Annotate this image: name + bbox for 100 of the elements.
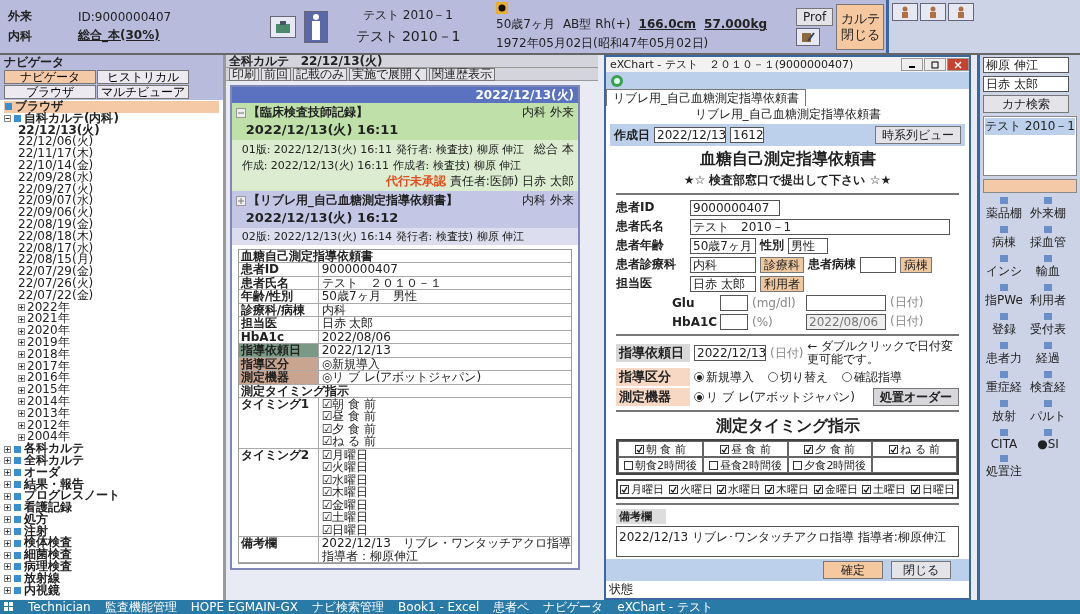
tree-item[interactable]: 22/07/26(火) [4, 277, 219, 290]
refresh-icon[interactable] [610, 73, 624, 88]
tree-item[interactable]: 22/08/19(金) [4, 218, 219, 231]
taskbar-item[interactable]: 患者ペ [493, 598, 530, 614]
expand-icon[interactable] [18, 398, 25, 406]
text-field[interactable]: 50歳7ヶ月 [690, 237, 756, 254]
checkbox[interactable] [804, 444, 814, 454]
expand-icon[interactable] [4, 528, 11, 536]
tool-label[interactable]: 放射 [992, 408, 1016, 425]
expand-icon[interactable] [18, 327, 25, 335]
edit-icon[interactable] [796, 27, 820, 46]
checkbox[interactable] [813, 484, 823, 494]
remarks-field[interactable]: 2022/12/13 リブレ･ワンタッチアクロ指導 指導者:柳原伸江 [616, 526, 959, 557]
tree-item[interactable]: 22/11/17(木) [4, 148, 219, 160]
user-button[interactable]: 利用者 [760, 275, 804, 292]
tree-item[interactable]: 放射線 [4, 572, 219, 585]
lab-value-field[interactable] [720, 294, 748, 311]
expand-icon[interactable] [18, 433, 25, 441]
tree-item[interactable]: 22/09/06(火) [4, 207, 219, 219]
radio-button[interactable] [842, 372, 852, 382]
tree-item[interactable]: 処方 [4, 513, 219, 526]
taskbar-item[interactable]: HOPE EGMAIN-GX [190, 600, 299, 614]
tree-item[interactable]: ブラウザ [4, 101, 219, 113]
tree-item[interactable]: 2021年 [4, 313, 219, 326]
checkbox[interactable] [634, 444, 644, 454]
tree-item[interactable]: 各科カルテ [4, 443, 219, 455]
form-tab[interactable]: リブレ用_自己血糖測定指導依頼書 [606, 89, 806, 106]
text-field[interactable]: テスト 2010－1 [690, 218, 950, 235]
prof-button[interactable]: Prof [796, 7, 834, 26]
expand-icon[interactable] [18, 303, 25, 311]
expand-icon[interactable] [4, 539, 11, 547]
close-chart-button[interactable]: カルテ閉じる [836, 3, 884, 50]
tool-label[interactable]: パルト [1030, 408, 1066, 425]
checkbox[interactable] [620, 484, 630, 494]
tree-item[interactable]: 病理検査 [4, 561, 219, 573]
tree-item[interactable]: 22/08/18(木) [4, 230, 219, 243]
tool-label[interactable]: 輸血 [1036, 263, 1060, 280]
expand-icon[interactable] [18, 374, 25, 382]
radio-button[interactable] [694, 372, 704, 382]
tool-label[interactable]: 指PWe [985, 292, 1023, 309]
navigator-tab[interactable]: ヒストリカル [97, 70, 189, 84]
tool-label[interactable]: CITA [990, 437, 1018, 451]
order-button[interactable]: 処置オーダー [873, 388, 959, 406]
tree-item[interactable]: 2015年 [4, 384, 219, 396]
expand-icon[interactable] [18, 351, 25, 359]
radio-button[interactable] [694, 392, 704, 402]
doctor-field[interactable]: 日赤 太郎 [983, 76, 1069, 92]
tree-item[interactable]: 22/10/14(金) [4, 160, 219, 172]
checkbox[interactable] [910, 484, 920, 494]
tool-label[interactable]: ●SI [1037, 437, 1059, 451]
request-date-field[interactable]: 2022/12/13 [694, 345, 766, 361]
tool-label[interactable]: 利用者 [1030, 292, 1066, 309]
close-button[interactable] [947, 58, 969, 71]
text-field[interactable] [860, 256, 896, 273]
maximize-button[interactable] [924, 58, 946, 71]
ward-button[interactable]: 病棟 [900, 256, 932, 273]
confirm-button[interactable]: 確定 [823, 561, 883, 579]
taskbar-item[interactable]: eXChart - テスト [617, 598, 713, 614]
minimize-button[interactable] [901, 58, 923, 71]
tool-label[interactable]: 検査経 [1030, 379, 1066, 396]
expand-icon[interactable] [18, 315, 25, 323]
expand-icon[interactable] [4, 551, 11, 559]
taskbar-item[interactable]: 監査機能管理 [104, 598, 177, 614]
expand-icon[interactable] [18, 386, 25, 394]
tree-item[interactable]: 全科カルテ [4, 454, 219, 467]
expand-icon[interactable] [4, 587, 11, 595]
tree-item[interactable]: 22/12/13(火) [4, 124, 219, 137]
text-field[interactable]: 9000000407 [690, 199, 780, 216]
created-time-field[interactable]: 1612 [730, 127, 764, 143]
tree-item[interactable]: 22/09/27(火) [4, 183, 219, 196]
lab-value-field[interactable] [720, 313, 748, 330]
expand-icon[interactable] [4, 445, 11, 453]
tree-item[interactable]: 22/07/29(金) [4, 266, 219, 278]
checkbox[interactable] [717, 484, 727, 494]
timeline-button[interactable]: 時系列ビュー [875, 126, 961, 144]
expand-icon[interactable] [4, 563, 11, 571]
navigator-tab[interactable]: ナビゲータ [4, 70, 96, 84]
expand-icon[interactable] [4, 575, 11, 583]
tree-item[interactable]: 22/07/22(金) [4, 289, 219, 302]
expand-icon[interactable] [4, 480, 11, 488]
created-date-field[interactable]: 2022/12/13 [654, 127, 726, 143]
text-field[interactable]: 内科 [690, 256, 756, 273]
expand-icon[interactable] [4, 469, 11, 477]
expand-icon[interactable] [18, 362, 25, 370]
checkbox[interactable] [719, 444, 729, 454]
taskbar-item[interactable]: Technician [28, 600, 91, 614]
tool-label[interactable]: 薬品棚 [986, 205, 1022, 222]
taskbar-item[interactable]: ナビゲータ [543, 598, 604, 614]
tree-item[interactable]: 22/09/28(水) [4, 171, 219, 184]
checkbox[interactable] [668, 484, 678, 494]
text-field[interactable]: 日赤 太郎 [690, 275, 756, 292]
expand-icon[interactable] [18, 421, 25, 429]
start-icon[interactable] [4, 602, 14, 612]
tree-item[interactable]: 2020年 [4, 325, 219, 337]
tool-label[interactable]: 重症経 [986, 379, 1022, 396]
expand-icon[interactable] [4, 516, 11, 524]
expand-icon[interactable] [4, 457, 11, 465]
checkbox[interactable] [889, 444, 899, 454]
tree-item[interactable]: 内視鏡 [4, 584, 219, 597]
text-field[interactable]: 男性 [788, 237, 828, 254]
